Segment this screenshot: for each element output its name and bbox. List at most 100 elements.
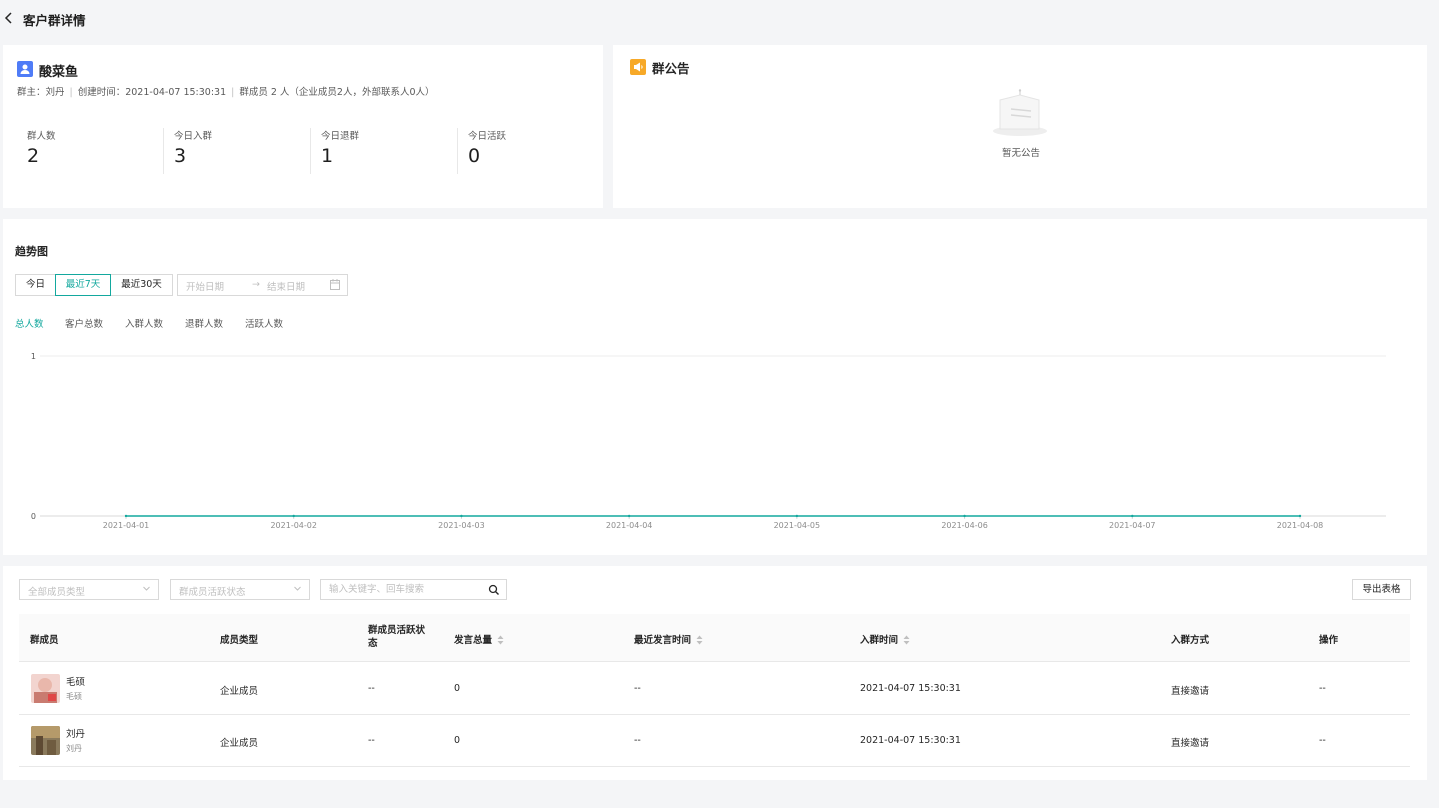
group-notice-card: 群公告 暂无公告 [613, 45, 1427, 208]
empty-box-icon [991, 89, 1051, 139]
search-icon[interactable] [488, 584, 500, 596]
data-point [1298, 514, 1302, 518]
y-tick-label: 1 [31, 352, 36, 361]
member-search-input[interactable] [329, 580, 489, 599]
metric-tab-joined[interactable]: 入群人数 [125, 316, 163, 330]
member-name: 毛硕 [66, 677, 86, 688]
data-point [292, 514, 295, 518]
stat-label: 群人数 [27, 131, 56, 142]
message-count: 0 [454, 735, 461, 746]
stat-value: 1 [321, 145, 334, 167]
last-message-time: -- [634, 683, 641, 694]
start-date-placeholder[interactable]: 开始日期 [186, 279, 224, 293]
meta-separator: | [231, 87, 235, 98]
stat-label: 今日退群 [321, 131, 360, 142]
y-tick-label: 0 [31, 512, 36, 521]
megaphone-icon [630, 59, 646, 75]
calendar-icon[interactable] [330, 279, 340, 293]
table-row: 刘丹 刘丹 企业成员 -- 0 -- 2021-04-07 15:30:31 直… [19, 715, 1410, 767]
stat-value: 2 [27, 145, 40, 167]
col-active-status-line2: 态 [368, 638, 378, 649]
col-member-type: 成员类型 [220, 635, 259, 646]
back-icon[interactable] [3, 10, 17, 26]
export-table-button[interactable]: 导出表格 [1352, 579, 1411, 600]
table-header: 群成员 成员类型 群成员活跃状 态 发言总量 最近发言时间 入群时间 入群方式 … [19, 614, 1410, 662]
data-point [795, 514, 799, 518]
trend-chart: 0 1 2021-04-01 2021-04-02 2021-04-03 2021-04-… [31, 352, 1386, 530]
data-point [124, 514, 128, 518]
col-last-message-label: 最近发言时间 [634, 635, 692, 646]
meta-separator: | [69, 87, 73, 98]
stat-label: 今日入群 [174, 131, 213, 142]
group-owner: 群主：刘丹 [17, 87, 65, 98]
stat-value: 0 [468, 145, 481, 167]
member-status-placeholder: 群成员活跃状态 [179, 587, 246, 598]
metric-tab-total[interactable]: 总人数 [15, 316, 44, 330]
range-30days-button[interactable]: 最近30天 [110, 274, 173, 296]
member-status-select[interactable]: 群成员活跃状态 [170, 579, 310, 600]
join-time: 2021-04-07 15:30:31 [860, 735, 961, 746]
member-type-select[interactable]: 全部成员类型 [19, 579, 159, 600]
x-tick-label: 2021-04-04 [606, 521, 653, 530]
table-row: 毛硕 毛硕 企业成员 -- 0 -- 2021-04-07 15:30:31 直… [19, 663, 1410, 715]
col-active-status-line1: 群成员活跃状 [368, 625, 426, 636]
member-search [320, 579, 507, 600]
stat-label: 今日活跃 [468, 131, 507, 142]
col-join-time-label: 入群时间 [860, 635, 899, 646]
row-actions: -- [1319, 683, 1326, 694]
group-avatar-icon [17, 61, 33, 77]
metric-tab-customers[interactable]: 客户总数 [65, 316, 103, 330]
metric-tab-left[interactable]: 退群人数 [185, 316, 223, 330]
member-subname: 毛硕 [66, 692, 82, 701]
member-type: 企业成员 [220, 686, 259, 697]
join-method: 直接邀请 [1171, 686, 1210, 697]
sort-icon[interactable] [696, 635, 703, 645]
chevron-down-icon [293, 584, 302, 596]
group-member-count: 群成员 2 人（企业成员2人，外部联系人0人） [239, 87, 435, 98]
date-arrow-icon: → [252, 279, 260, 290]
col-actions: 操作 [1319, 635, 1339, 646]
last-message-time: -- [634, 735, 641, 746]
col-join-time[interactable]: 入群时间 [860, 632, 910, 646]
stat-value: 3 [174, 145, 187, 167]
x-tick-label: 2021-04-05 [774, 521, 821, 530]
x-tick-label: 2021-04-03 [438, 521, 485, 530]
join-method: 直接邀请 [1171, 738, 1210, 749]
data-point [963, 514, 966, 518]
member-status: -- [368, 735, 375, 746]
group-info-card: 酸菜鱼 群主：刘丹 | 创建时间：2021-04-07 15:30:31 | 群成员 2… [3, 45, 603, 208]
page-title: 客户群详情 [23, 13, 86, 28]
sort-icon[interactable] [903, 635, 910, 645]
col-join-method: 入群方式 [1171, 635, 1210, 646]
trend-title: 趋势图 [15, 245, 48, 258]
x-tick-label: 2021-04-01 [103, 521, 150, 530]
col-active-status: 群成员活跃状 态 [368, 624, 425, 650]
member-type: 企业成员 [220, 738, 259, 749]
end-date-placeholder[interactable]: 结束日期 [267, 279, 305, 293]
stat-member-count: 群人数 2 [17, 128, 164, 174]
chevron-down-icon [142, 584, 151, 596]
message-count: 0 [454, 683, 461, 694]
group-name: 酸菜鱼 [39, 65, 79, 80]
group-meta: 群主：刘丹 | 创建时间：2021-04-07 15:30:31 | 群成员 2 人（企… [17, 84, 435, 98]
row-actions: -- [1319, 735, 1326, 746]
notice-title: 群公告 [652, 61, 690, 76]
date-range-picker[interactable]: 开始日期 → 结束日期 [177, 274, 348, 296]
col-last-message[interactable]: 最近发言时间 [634, 632, 703, 646]
range-7days-button[interactable]: 最近7天 [55, 274, 111, 296]
avatar [31, 674, 60, 703]
member-status: -- [368, 683, 375, 694]
join-time: 2021-04-07 15:30:31 [860, 683, 961, 694]
members-card: 全部成员类型 群成员活跃状态 导出表格 群成员 成员类型 群成员活跃状 态 发言… [3, 566, 1427, 780]
stat-joined-today: 今日入群 3 [164, 128, 311, 174]
metric-tab-active[interactable]: 活跃人数 [245, 316, 283, 330]
col-message-count[interactable]: 发言总量 [454, 632, 504, 646]
notice-empty-text: 暂无公告 [1002, 148, 1041, 159]
sort-icon[interactable] [497, 635, 504, 645]
avatar [31, 726, 60, 755]
stat-active-today: 今日活跃 0 [458, 128, 605, 174]
data-point [627, 514, 631, 518]
range-today-button[interactable]: 今日 [15, 274, 56, 296]
col-message-count-label: 发言总量 [454, 635, 493, 646]
x-tick-label: 2021-04-02 [270, 521, 317, 530]
